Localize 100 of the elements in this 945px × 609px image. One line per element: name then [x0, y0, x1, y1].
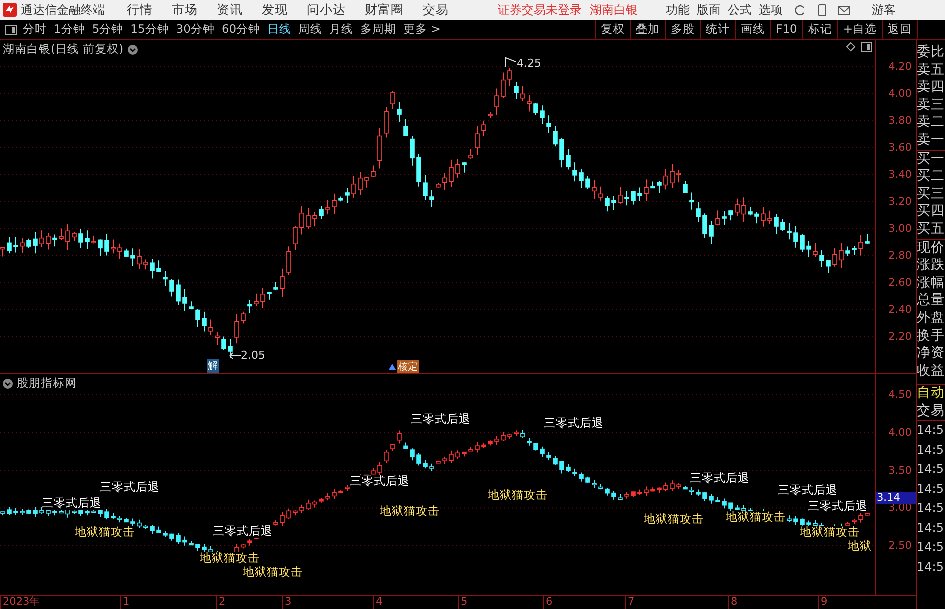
verify-badge[interactable]: 核定: [397, 360, 419, 373]
toolbar-button[interactable]: 标记: [802, 20, 838, 39]
quote-field-label: 换手: [917, 328, 945, 346]
chevron-down-icon[interactable]: [3, 378, 13, 388]
price-axis-label: 4.20: [888, 61, 912, 73]
toolbar-button[interactable]: 多股: [665, 20, 700, 39]
indicator-axis-label: 4.00: [888, 426, 912, 439]
price-axis-label: 4.00: [888, 88, 912, 100]
phone-icon[interactable]: [816, 4, 829, 16]
period-tab[interactable]: 1分钟: [54, 22, 86, 37]
chart-title: 湖南白银(日线 前复权): [3, 42, 124, 57]
period-tab[interactable]: 月线: [330, 22, 354, 37]
panel-toggle-icon[interactable]: [5, 24, 17, 36]
leader-line: [229, 352, 241, 360]
period-tab[interactable]: 多周期: [360, 22, 397, 37]
attack-signal-label: 地狱猫攻击: [644, 513, 704, 526]
login-notice[interactable]: 湖南白银: [590, 2, 638, 18]
menu-item[interactable]: 发现: [262, 2, 288, 18]
period-tab[interactable]: 60分钟: [222, 22, 261, 37]
quote-field-label: 净资: [917, 345, 945, 363]
date-axis-label: 6: [543, 596, 553, 609]
attack-signal-label: 地狱猫攻击: [488, 489, 548, 502]
quote-field-label: 卖二: [917, 114, 945, 132]
menu-item[interactable]: 行情: [127, 2, 153, 18]
menu-item[interactable]: 财富圈: [365, 2, 404, 18]
toolbar-button[interactable]: 返回: [882, 20, 917, 39]
leader-line: [505, 57, 517, 67]
attack-signal-label: 地狱猫攻击: [726, 511, 786, 524]
date-axis-label: 4: [373, 596, 383, 609]
period-tab[interactable]: 周线: [298, 22, 323, 37]
menu-item[interactable]: 交易: [423, 2, 449, 18]
trade-time: 14:5: [917, 520, 945, 537]
menu-action[interactable]: 功能: [666, 2, 690, 18]
toolbar-button[interactable]: 画线: [735, 20, 770, 39]
period-tab[interactable]: 30分钟: [176, 22, 215, 37]
toolbar-button[interactable]: 复权: [595, 20, 630, 39]
login-notice[interactable]: 证券交易未登录: [498, 2, 582, 18]
quote-field-label: 涨幅: [917, 274, 945, 292]
trade-time: 14:5: [917, 500, 945, 518]
quote-field-label: 涨跌: [917, 257, 945, 275]
indicator-axis-label: 3.50: [888, 464, 912, 476]
diamond-icon[interactable]: [846, 42, 856, 52]
date-axis-label: 1: [120, 596, 130, 609]
date-axis-label: 2: [216, 596, 226, 609]
toolbar-button[interactable]: +自选: [837, 20, 882, 39]
high-price-label: 4.25: [517, 57, 542, 70]
quote-field-label: 外盘: [917, 310, 945, 328]
quote-field-label: 总量: [917, 292, 945, 310]
retreat-signal-label: 三零式后退: [350, 475, 410, 488]
trade-time: 14:5: [917, 539, 945, 556]
price-axis-label: 3.40: [888, 169, 912, 181]
indicator-title: 股朋指标网: [17, 376, 77, 391]
period-tab[interactable]: 5分钟: [92, 22, 124, 37]
date-axis-label: 2023年: [0, 596, 41, 609]
price-axis-label: 3.00: [888, 223, 912, 235]
period-tab[interactable]: 更多 >: [404, 22, 441, 37]
toolbar-button[interactable]: 统计: [700, 20, 736, 39]
period-tab[interactable]: 分时: [23, 22, 47, 37]
indicator-axis-label: 2.50: [888, 540, 912, 552]
period-tab[interactable]: 日线: [268, 22, 292, 37]
price-tag: 3.14: [876, 492, 916, 504]
app-title: 通达信金融终端: [21, 2, 105, 18]
chevron-down-icon[interactable]: [128, 44, 138, 54]
attack-signal-label: 地狱猫攻击: [800, 526, 860, 539]
menu-action[interactable]: 公式: [728, 2, 752, 18]
retreat-signal-label: 三零式后退: [544, 417, 604, 430]
date-axis-label: 7: [625, 596, 635, 609]
quote-field-label: 买二: [917, 168, 945, 186]
refresh-icon[interactable]: [794, 4, 807, 16]
attack-signal-label: 地狱猫攻击: [380, 505, 440, 518]
attack-signal-label: 地狱猫攻击: [200, 552, 260, 565]
quote-field-label: 买五: [917, 220, 945, 239]
retreat-signal-label: 三零式后退: [42, 497, 102, 510]
menu-item[interactable]: 市场: [172, 2, 198, 18]
retreat-signal-label: 三零式后退: [690, 472, 750, 485]
date-axis-label: 8: [728, 596, 738, 609]
retreat-signal-label: 三零式后退: [778, 484, 838, 497]
trade-tab[interactable]: 自动: [917, 384, 945, 403]
date-axis-label: 3: [282, 596, 292, 609]
quote-field-label: 卖一: [917, 132, 945, 150]
low-price-label: 2.05: [241, 349, 266, 362]
menu-action[interactable]: 版面: [697, 2, 721, 18]
trade-tab[interactable]: 交易: [917, 402, 945, 420]
quote-field-label: 买三: [917, 186, 945, 204]
panel-toggle-icon[interactable]: [861, 42, 872, 52]
price-axis-label: 2.60: [888, 277, 912, 289]
menu-item[interactable]: 问小达: [307, 2, 346, 18]
unlock-badge[interactable]: 解: [207, 359, 219, 373]
mail-icon[interactable]: [838, 4, 851, 16]
quote-field-label: 卖三: [917, 96, 945, 114]
attack-signal-label: 地狱猫攻击: [75, 526, 135, 539]
menu-action[interactable]: 选项: [759, 2, 783, 18]
user-label[interactable]: 游客: [872, 2, 896, 18]
menu-item[interactable]: 资讯: [217, 2, 243, 18]
quote-field-label: 卖五: [917, 62, 945, 80]
toolbar-button[interactable]: F10: [770, 20, 802, 39]
period-tab[interactable]: 15分钟: [130, 22, 170, 37]
toolbar-button[interactable]: 叠加: [630, 20, 666, 39]
trade-time: 14:5: [917, 461, 945, 478]
date-axis-label: 5: [458, 596, 468, 609]
